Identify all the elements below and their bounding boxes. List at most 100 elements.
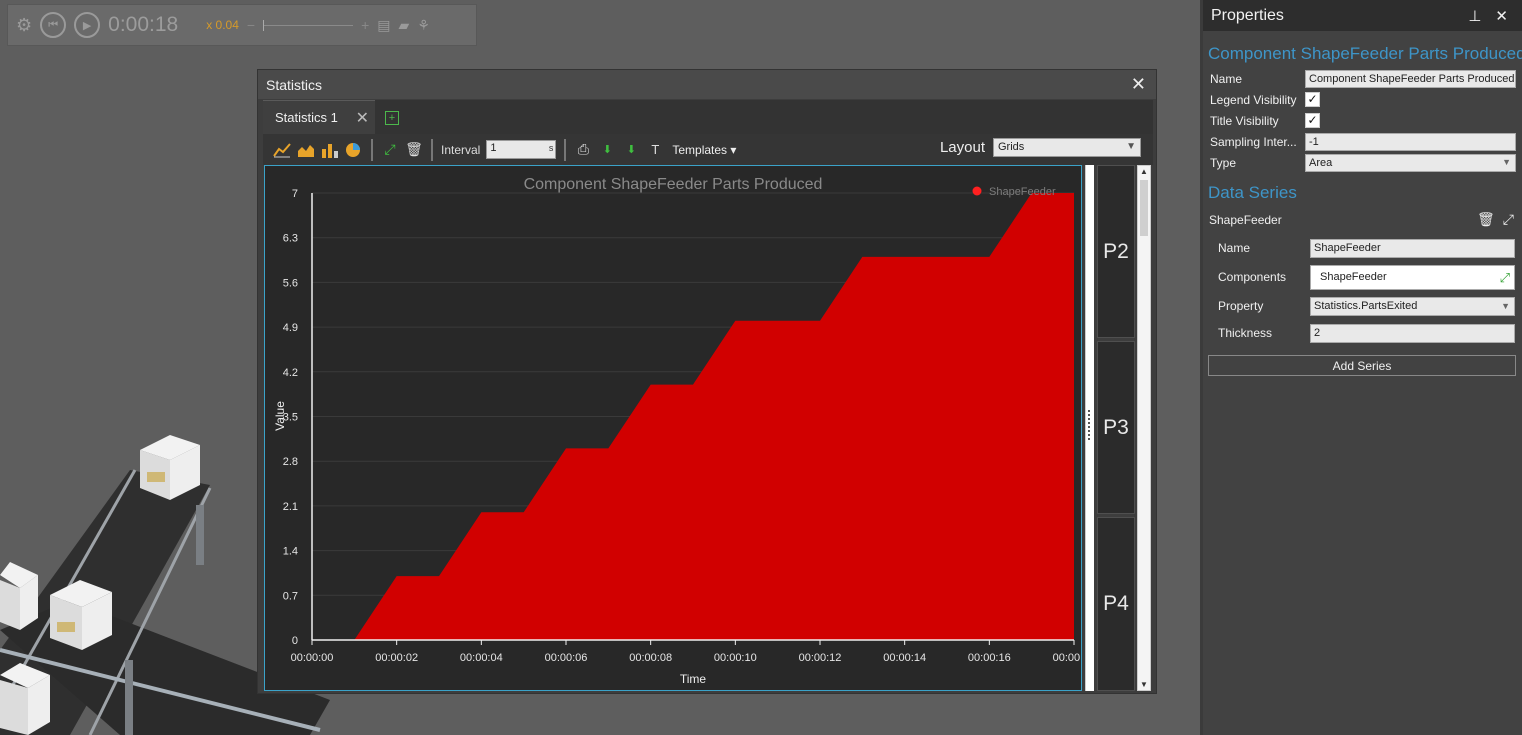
y-tick-label: 5.6: [283, 277, 298, 289]
speed-minus-button[interactable]: −: [247, 17, 255, 33]
y-tick-label: 1.4: [283, 546, 298, 558]
templates-icon[interactable]: T: [646, 141, 664, 159]
print-icon[interactable]: ⎙: [574, 141, 592, 159]
y-tick-label: 0.7: [283, 590, 298, 602]
side-panel-p4[interactable]: P4: [1097, 517, 1135, 691]
side-scrollbar[interactable]: ▲ ▼: [1137, 165, 1151, 691]
prop-row-legend: Legend Visibility ✓: [1203, 89, 1522, 110]
interval-label: Interval: [441, 142, 481, 157]
toolbar-separator: [371, 138, 373, 161]
panel-splitter[interactable]: [1085, 165, 1094, 691]
pin-icon[interactable]: ⊥: [1468, 7, 1481, 25]
templates-dropdown[interactable]: Templates ▾: [672, 143, 736, 157]
legend-marker: [972, 186, 982, 196]
interval-value: 1: [490, 142, 497, 154]
area-chart-icon[interactable]: [297, 141, 315, 159]
series-row-name: Name ShapeFeeder: [1203, 234, 1522, 262]
speed-slider[interactable]: [263, 19, 354, 31]
x-tick-label: 00:00:16: [968, 652, 1011, 664]
type-select[interactable]: Area ▼: [1305, 153, 1516, 172]
vc-logo-icon[interactable]: ⚘: [417, 17, 430, 34]
property-select[interactable]: Statistics.PartsExited ▼: [1310, 296, 1515, 316]
prop-row-name: Name Component ShapeFeeder Parts Produce…: [1203, 68, 1522, 89]
properties-header: Properties ⊥ ✕: [1203, 0, 1522, 31]
chevron-down-icon: ▼: [1502, 156, 1511, 167]
tab-label: Statistics 1: [275, 110, 338, 125]
tab-close-icon[interactable]: ✕: [356, 108, 369, 128]
layout-select[interactable]: Grids ▼: [993, 138, 1141, 157]
chevron-down-icon: ▼: [1501, 300, 1510, 311]
x-tick-label: 00:00:08: [629, 652, 672, 664]
play-icon[interactable]: ▶: [74, 12, 101, 38]
series-name-input[interactable]: ShapeFeeder: [1310, 238, 1515, 258]
simulation-controls: ⚙ ⏮ ▶ 0:00:18 x 0.04 − + ▤ ▰ ⚘: [7, 4, 477, 46]
close-icon[interactable]: ✕: [1495, 7, 1508, 25]
series-row-thickness: Thickness 2: [1203, 320, 1522, 346]
add-series-button[interactable]: Add Series: [1208, 355, 1516, 376]
sampling-interval-input[interactable]: -1: [1305, 132, 1516, 151]
scroll-down-icon[interactable]: ▼: [1140, 680, 1148, 689]
bar-chart-icon[interactable]: [321, 141, 339, 159]
chart-panel[interactable]: 0 0.7 1.4 2.1 2.8 3.5 4.2 4.9 5.6 6.3 7 00:00:00 00:…: [264, 165, 1095, 691]
fit-to-view-icon[interactable]: ⤢: [381, 141, 399, 159]
expand-icon[interactable]: ⤢: [1500, 270, 1510, 286]
y-tick-label: 2.1: [283, 501, 298, 513]
trash-icon[interactable]: 🗑: [1477, 211, 1495, 228]
y-tick-label: 7: [292, 188, 298, 200]
interval-unit: s: [548, 143, 554, 153]
area-chart: 00.71.42.12.83.54.24.95.66.3700:00:00 00:…: [273, 176, 1095, 686]
scroll-up-icon[interactable]: ▲: [1140, 167, 1148, 176]
tab-statistics-1[interactable]: Statistics 1 ✕: [263, 100, 375, 134]
line-chart-icon[interactable]: [273, 141, 291, 159]
side-panels: P2 P3 P4: [1097, 165, 1135, 691]
name-input[interactable]: Component ShapeFeeder Parts Produced: [1305, 69, 1516, 88]
trash-icon[interactable]: 🗑: [405, 141, 423, 159]
gear-icon[interactable]: ⚙: [16, 15, 32, 36]
export-csv-icon[interactable]: ⬇: [622, 141, 640, 159]
components-input[interactable]: ShapeFeeder ⤢: [1310, 264, 1515, 290]
data-series-title: Data Series: [1208, 183, 1297, 202]
pie-chart-icon[interactable]: [345, 141, 363, 159]
side-panel-p3[interactable]: P3: [1097, 341, 1135, 514]
x-tick-label: 00:00:06: [545, 652, 588, 664]
add-tab-icon[interactable]: +: [385, 111, 399, 125]
series-row-property: Property Statistics.PartsExited ▼: [1203, 292, 1522, 320]
video-camera-icon[interactable]: ▰: [399, 17, 410, 34]
scroll-thumb[interactable]: [1140, 180, 1148, 236]
component-title: Component ShapeFeeder Parts Produced: [1208, 44, 1522, 63]
properties-title: Properties: [1211, 6, 1284, 24]
speed-plus-button[interactable]: +: [361, 17, 369, 33]
x-tick-label: 00:00:14: [883, 652, 926, 664]
splitter-grip: [1088, 410, 1091, 440]
layout-value: Grids: [998, 141, 1025, 153]
prop-row-sampling: Sampling Inter... -1: [1203, 131, 1522, 152]
statistics-toolbar: ⤢ 🗑 Interval 1 s ⎙ ⬇ ⬇ T Templates ▾ Lay…: [263, 134, 1153, 165]
properties-panel: Properties ⊥ ✕ Component ShapeFeeder Par…: [1200, 0, 1522, 735]
prop-label: Legend Visibility: [1210, 92, 1297, 107]
thickness-input[interactable]: 2: [1310, 323, 1515, 343]
x-axis-label: Time: [680, 672, 707, 686]
prop-label: Type: [1210, 155, 1237, 170]
x-tick-label: 00:00:00: [291, 652, 334, 664]
components-value: ShapeFeeder: [1320, 270, 1387, 283]
title-visibility-checkbox[interactable]: ✓: [1305, 113, 1320, 128]
chevron-down-icon: ▼: [1126, 141, 1136, 152]
series-label: Components: [1218, 270, 1287, 284]
pdf-icon[interactable]: ▤: [377, 17, 390, 34]
interval-input[interactable]: 1 s: [486, 140, 557, 159]
legend-label: ShapeFeeder: [989, 186, 1056, 198]
legend-visibility-checkbox[interactable]: ✓: [1305, 92, 1320, 107]
y-tick-label: 0: [292, 635, 298, 647]
prop-label: Name: [1210, 71, 1243, 86]
expand-icon[interactable]: ⤢: [1503, 211, 1514, 228]
reset-icon[interactable]: ⏮: [40, 12, 67, 38]
statistics-window: Statistics ✕ Statistics 1 ✕ + ⤢ 🗑 Interv…: [257, 69, 1157, 694]
layout-label: Layout: [939, 139, 985, 156]
x-tick-label: 00:00:12: [799, 652, 842, 664]
statistics-titlebar[interactable]: Statistics ✕: [258, 70, 1156, 99]
statistics-title: Statistics: [266, 76, 323, 93]
y-tick-label: 4.9: [283, 322, 298, 334]
close-icon[interactable]: ✕: [1131, 74, 1146, 95]
export-xls-icon[interactable]: ⬇: [598, 141, 616, 159]
side-panel-p2[interactable]: P2: [1097, 165, 1135, 338]
